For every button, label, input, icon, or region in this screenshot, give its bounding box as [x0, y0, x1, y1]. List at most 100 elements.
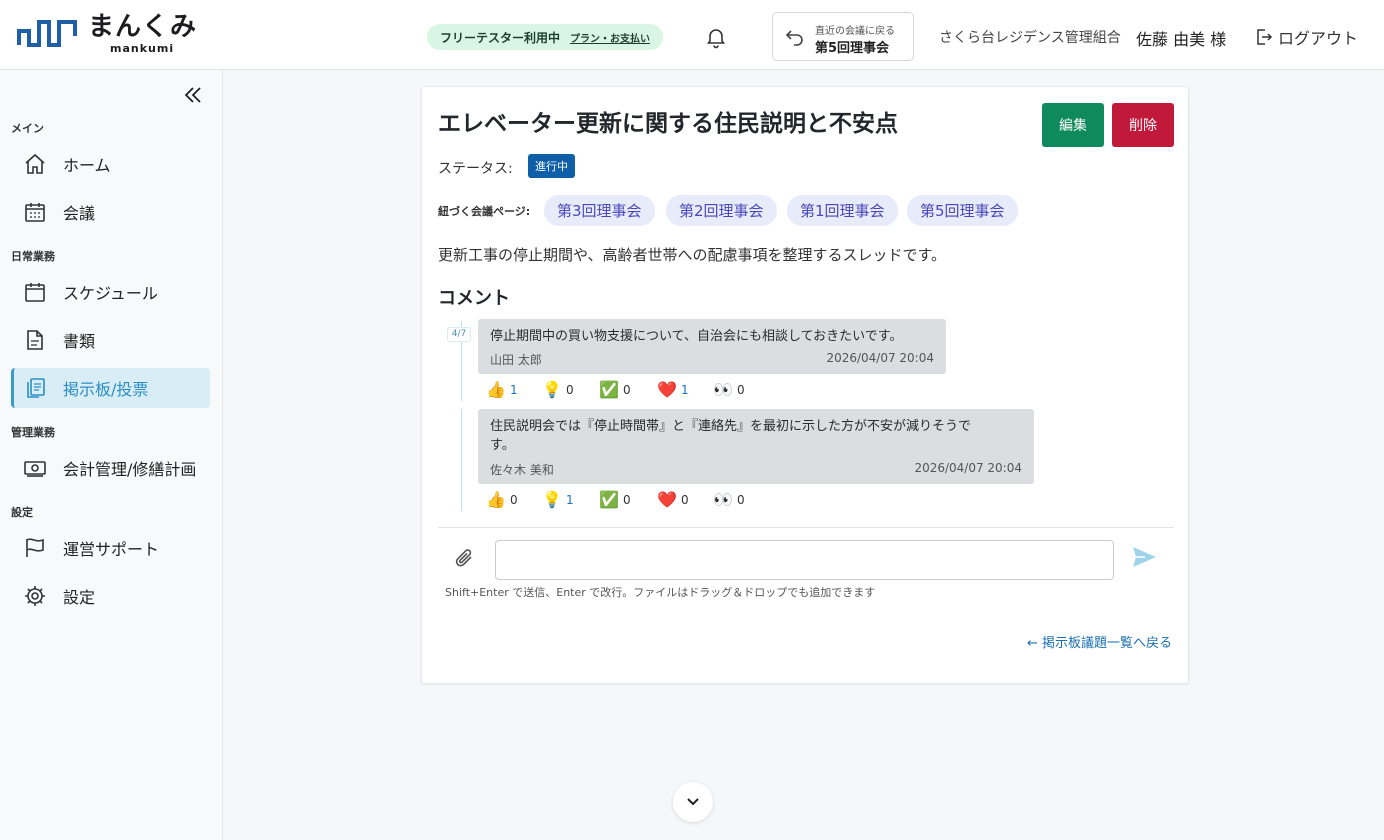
- calendar-grid-icon: [25, 203, 45, 222]
- reaction-check[interactable]: ✅ 0: [599, 490, 631, 509]
- scroll-down-button[interactable]: [673, 782, 713, 822]
- user-name: 佐藤 由美 様: [1136, 30, 1227, 49]
- reaction-eyes[interactable]: 👀 0: [713, 490, 745, 509]
- reaction-count: 0: [681, 492, 689, 507]
- sidebar: メイン ホーム 会議 日常業務 スケジュール 書類 掲示板/投票 管理業務 会計…: [0, 70, 223, 840]
- calendar-icon: [25, 283, 45, 302]
- linked-page-chip[interactable]: 第2回理事会: [666, 195, 777, 226]
- sidebar-item-settings[interactable]: 設定: [11, 576, 210, 616]
- date-badge: 4/7: [447, 327, 471, 342]
- linked-page-chip[interactable]: 第5回理事会: [907, 195, 1018, 226]
- reaction-count: 1: [566, 492, 574, 507]
- comment-time: 2026/04/07 20:04: [826, 351, 934, 365]
- recent-meeting-button[interactable]: 直近の会議に戻る 第5回理事会: [772, 12, 914, 61]
- reaction-count: 0: [623, 382, 631, 397]
- logo-mark-icon: [17, 20, 77, 47]
- logout-icon: [1257, 29, 1273, 45]
- flag-icon: [26, 538, 44, 557]
- sidebar-item-home[interactable]: ホーム: [11, 144, 210, 184]
- heart-icon: ❤️: [657, 490, 677, 509]
- comment-bubble: 停止期間中の買い物支援について、自治会にも相談しておきたいです。 山田 太郎 2…: [478, 319, 946, 374]
- logout-button[interactable]: ログアウト: [1255, 25, 1358, 49]
- composer-hint: Shift+Enter で送信、Enter で改行。ファイルはドラッグ＆ドロップ…: [445, 586, 876, 599]
- section-label-management: 管理業務: [11, 426, 55, 439]
- reaction-count: 0: [623, 492, 631, 507]
- gear-icon: [25, 586, 45, 606]
- sidebar-item-label: スケジュール: [63, 284, 158, 303]
- reaction-eyes[interactable]: 👀 0: [713, 380, 745, 399]
- sidebar-item-board[interactable]: 掲示板/投票: [11, 368, 210, 408]
- logout-label: ログアウト: [1278, 29, 1359, 48]
- topic-card: エレベーター更新に関する住民説明と不安点 編集 削除 ステータス: 進行中 紐づ…: [421, 86, 1189, 684]
- reaction-thumbs-up[interactable]: 👍 1: [486, 380, 518, 399]
- comment-author: 山田 太郎: [490, 353, 542, 367]
- clipboard-icon: [27, 378, 45, 398]
- check-icon: ✅: [599, 490, 619, 509]
- reaction-heart[interactable]: ❤️ 0: [657, 490, 689, 509]
- back-to-list-link[interactable]: ← 掲示板議題一覧へ戻る: [1027, 632, 1172, 651]
- comment-text: 停止期間中の買い物支援について、自治会にも相談しておきたいです。: [490, 329, 903, 344]
- money-icon: [24, 461, 46, 477]
- recent-meeting-name: 第5回理事会: [815, 41, 890, 56]
- thumbs-up-icon: 👍: [486, 380, 506, 399]
- sidebar-item-label: 設定: [63, 588, 96, 607]
- document-icon: [27, 330, 43, 350]
- plan-badge: フリーテスター利用中 プラン・お支払い: [427, 24, 664, 50]
- sidebar-item-label: 会計管理/修繕計画: [63, 460, 197, 479]
- sidebar-item-schedule[interactable]: スケジュール: [11, 272, 210, 312]
- logo-text: まんくみ: [88, 12, 198, 42]
- eyes-icon: 👀: [713, 380, 733, 399]
- comments-heading: コメント: [438, 288, 510, 309]
- sidebar-item-label: 会議: [63, 204, 96, 223]
- eyes-icon: 👀: [713, 490, 733, 509]
- chevron-down-icon: [687, 798, 699, 806]
- paperclip-icon[interactable]: [454, 546, 476, 570]
- thumbs-up-icon: 👍: [486, 490, 506, 509]
- reaction-count: 1: [510, 382, 518, 397]
- linked-page-chip[interactable]: 第3回理事会: [544, 195, 655, 226]
- recent-meeting-caption: 直近の会議に戻る: [815, 26, 895, 37]
- reaction-thumbs-up[interactable]: 👍 0: [486, 490, 518, 509]
- edit-button[interactable]: 編集: [1042, 103, 1104, 147]
- reaction-count: 1: [681, 382, 689, 397]
- comment-author: 佐々木 美和: [490, 463, 554, 477]
- sidebar-item-support[interactable]: 運営サポート: [11, 528, 210, 568]
- linked-page-chip[interactable]: 第1回理事会: [787, 195, 898, 226]
- comment-text-line: す。: [490, 438, 515, 453]
- home-icon: [25, 153, 45, 174]
- bell-icon[interactable]: [704, 25, 728, 49]
- logo[interactable]: まんくみ mankumi: [16, 14, 197, 54]
- status-label: ステータス:: [438, 161, 513, 177]
- divider: [438, 527, 1174, 528]
- reaction-count: 0: [737, 382, 745, 397]
- lightbulb-icon: 💡: [542, 380, 562, 399]
- reaction-lightbulb[interactable]: 💡 1: [542, 490, 574, 509]
- sidebar-item-accounting[interactable]: 会計管理/修繕計画: [11, 448, 210, 488]
- send-icon[interactable]: [1131, 545, 1157, 569]
- sidebar-item-meetings[interactable]: 会議: [11, 192, 210, 232]
- comment-input[interactable]: [495, 540, 1114, 580]
- sidebar-item-documents[interactable]: 書類: [11, 320, 210, 360]
- sidebar-item-label: 掲示板/投票: [63, 380, 149, 399]
- lightbulb-icon: 💡: [542, 490, 562, 509]
- reaction-count: 0: [566, 382, 574, 397]
- plan-billing-link[interactable]: プラン・お支払い: [570, 30, 650, 45]
- sidebar-item-label: 運営サポート: [63, 540, 160, 559]
- reaction-heart[interactable]: ❤️ 1: [657, 380, 689, 399]
- logo-subtext: mankumi: [110, 42, 175, 55]
- section-label-daily: 日常業務: [11, 250, 55, 263]
- reaction-check[interactable]: ✅ 0: [599, 380, 631, 399]
- comment-text: 住民説明会では『停止時間帯』と『連絡先』を最初に示した方が不安が減りそうで す。: [490, 417, 971, 455]
- plan-badge-label: フリーテスター利用中: [440, 30, 561, 45]
- collapse-icon[interactable]: [182, 84, 204, 106]
- organization-name: さくら台レジデンス管理組合: [939, 30, 1121, 46]
- section-label-settings: 設定: [11, 506, 33, 519]
- comment-text-line: 住民説明会では『停止時間帯』と『連絡先』を最初に示した方が不安が減りそうで: [490, 419, 972, 434]
- heart-icon: ❤️: [657, 380, 677, 399]
- delete-button[interactable]: 削除: [1112, 103, 1174, 147]
- reaction-lightbulb[interactable]: 💡 0: [542, 380, 574, 399]
- linked-pages-label: 紐づく会議ページ:: [438, 205, 531, 218]
- comment-bubble: 住民説明会では『停止時間帯』と『連絡先』を最初に示した方が不安が減りそうで す。…: [478, 409, 1034, 484]
- status-badge: 進行中: [528, 154, 575, 178]
- topic-description: 更新工事の停止期間や、高齢者世帯への配慮事項を整理するスレッドです。: [438, 246, 947, 264]
